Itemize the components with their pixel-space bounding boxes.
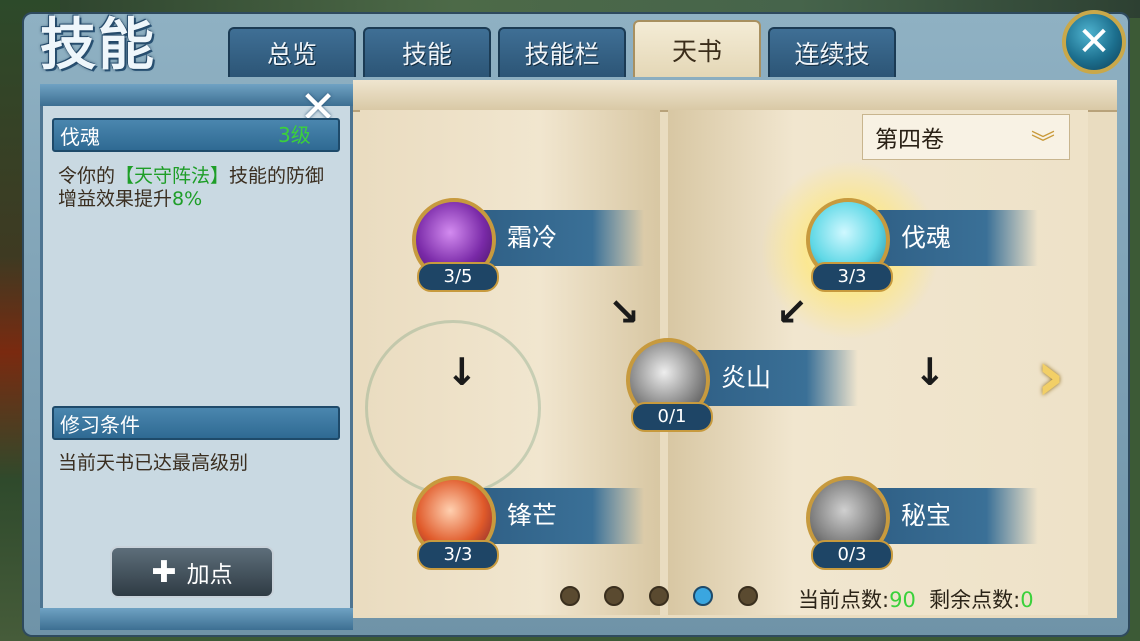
panel-bottom-trim bbox=[40, 608, 353, 630]
tab-overview[interactable]: 总览 bbox=[228, 27, 356, 77]
skill-node-yanshan[interactable]: 炎山 0/1 bbox=[626, 338, 858, 432]
page-dot[interactable] bbox=[738, 586, 758, 606]
page-dot[interactable] bbox=[649, 586, 669, 606]
yin-yang-watermark bbox=[365, 320, 541, 496]
current-points-value: 90 bbox=[889, 588, 916, 612]
skill-node-count: 3/3 bbox=[811, 262, 893, 292]
condition-title: 修习条件 bbox=[60, 412, 140, 437]
desc-value: 8% bbox=[172, 188, 203, 210]
tab-combo[interactable]: 连续技 bbox=[768, 27, 896, 77]
current-points-label: 当前点数: bbox=[798, 588, 890, 612]
arrow-down-left-icon: ↙ bbox=[776, 290, 808, 334]
skill-node-label: 秘宝 bbox=[866, 488, 1038, 544]
window-logo-title: 技能 bbox=[40, 12, 156, 78]
skill-node-label: 霜冷 bbox=[472, 210, 644, 266]
skill-level: 3级 bbox=[278, 123, 311, 147]
add-point-button[interactable]: ✚ 加点 bbox=[110, 546, 274, 598]
volume-selector[interactable]: 第四卷 ︾ bbox=[862, 114, 1070, 160]
book-scroll-trim bbox=[353, 80, 1117, 112]
arrow-down-icon: ↓ bbox=[914, 350, 946, 394]
remaining-points-value: 0 bbox=[1020, 588, 1034, 612]
skill-node-count: 3/5 bbox=[417, 262, 499, 292]
remaining-points-label: 剩余点数: bbox=[929, 588, 1021, 612]
tab-tianshu[interactable]: 天书 bbox=[633, 20, 761, 77]
next-page-arrow-icon[interactable]: › bbox=[1036, 335, 1065, 417]
desc-skill-link: 【天守阵法】 bbox=[115, 165, 230, 187]
page-dot[interactable] bbox=[604, 586, 624, 606]
skill-node-label: 伐魂 bbox=[866, 210, 1038, 266]
tab-skill-bar[interactable]: 技能栏 bbox=[498, 27, 626, 77]
chevron-down-icon: ︾ bbox=[1031, 129, 1055, 157]
condition-header: 修习条件 bbox=[52, 406, 340, 440]
volume-label: 第四卷 bbox=[875, 127, 944, 153]
skill-node-fengmang[interactable]: 锋芒 3/3 bbox=[412, 476, 644, 570]
skill-node-label: 锋芒 bbox=[472, 488, 644, 544]
skill-node-count: 0/3 bbox=[811, 540, 893, 570]
condition-text: 当前天书已达最高级别 bbox=[58, 452, 249, 474]
skill-node-count: 0/1 bbox=[631, 402, 713, 432]
tab-skills[interactable]: 技能 bbox=[363, 27, 491, 77]
desc-text: 令你的 bbox=[58, 165, 116, 187]
skill-node-shuangleng[interactable]: 霜冷 3/5 bbox=[412, 198, 644, 292]
add-point-label: 加点 bbox=[186, 562, 233, 588]
skill-node-fahun[interactable]: 伐魂 3/3 bbox=[806, 198, 1038, 292]
skill-node-mibao[interactable]: 秘宝 0/3 bbox=[806, 476, 1038, 570]
skill-name-bar: 伐魂 3级 bbox=[52, 118, 340, 152]
plus-icon: ✚ bbox=[151, 554, 177, 590]
close-icon: ✕ bbox=[1077, 19, 1111, 65]
arrow-down-right-icon: ↘ bbox=[608, 290, 640, 334]
close-window-button[interactable]: ✕ bbox=[1062, 10, 1126, 74]
skill-description: 令你的【天守阵法】技能的防御增益效果提升8% bbox=[58, 165, 338, 211]
skill-node-count: 3/3 bbox=[417, 540, 499, 570]
skill-node-label: 炎山 bbox=[686, 350, 858, 406]
points-summary: 当前点数:90 剩余点数:0 bbox=[798, 584, 1034, 614]
page-dot-active[interactable] bbox=[693, 586, 713, 606]
skill-name: 伐魂 bbox=[60, 124, 100, 149]
page-dot[interactable] bbox=[560, 586, 580, 606]
arrow-down-icon: ↓ bbox=[446, 350, 478, 394]
